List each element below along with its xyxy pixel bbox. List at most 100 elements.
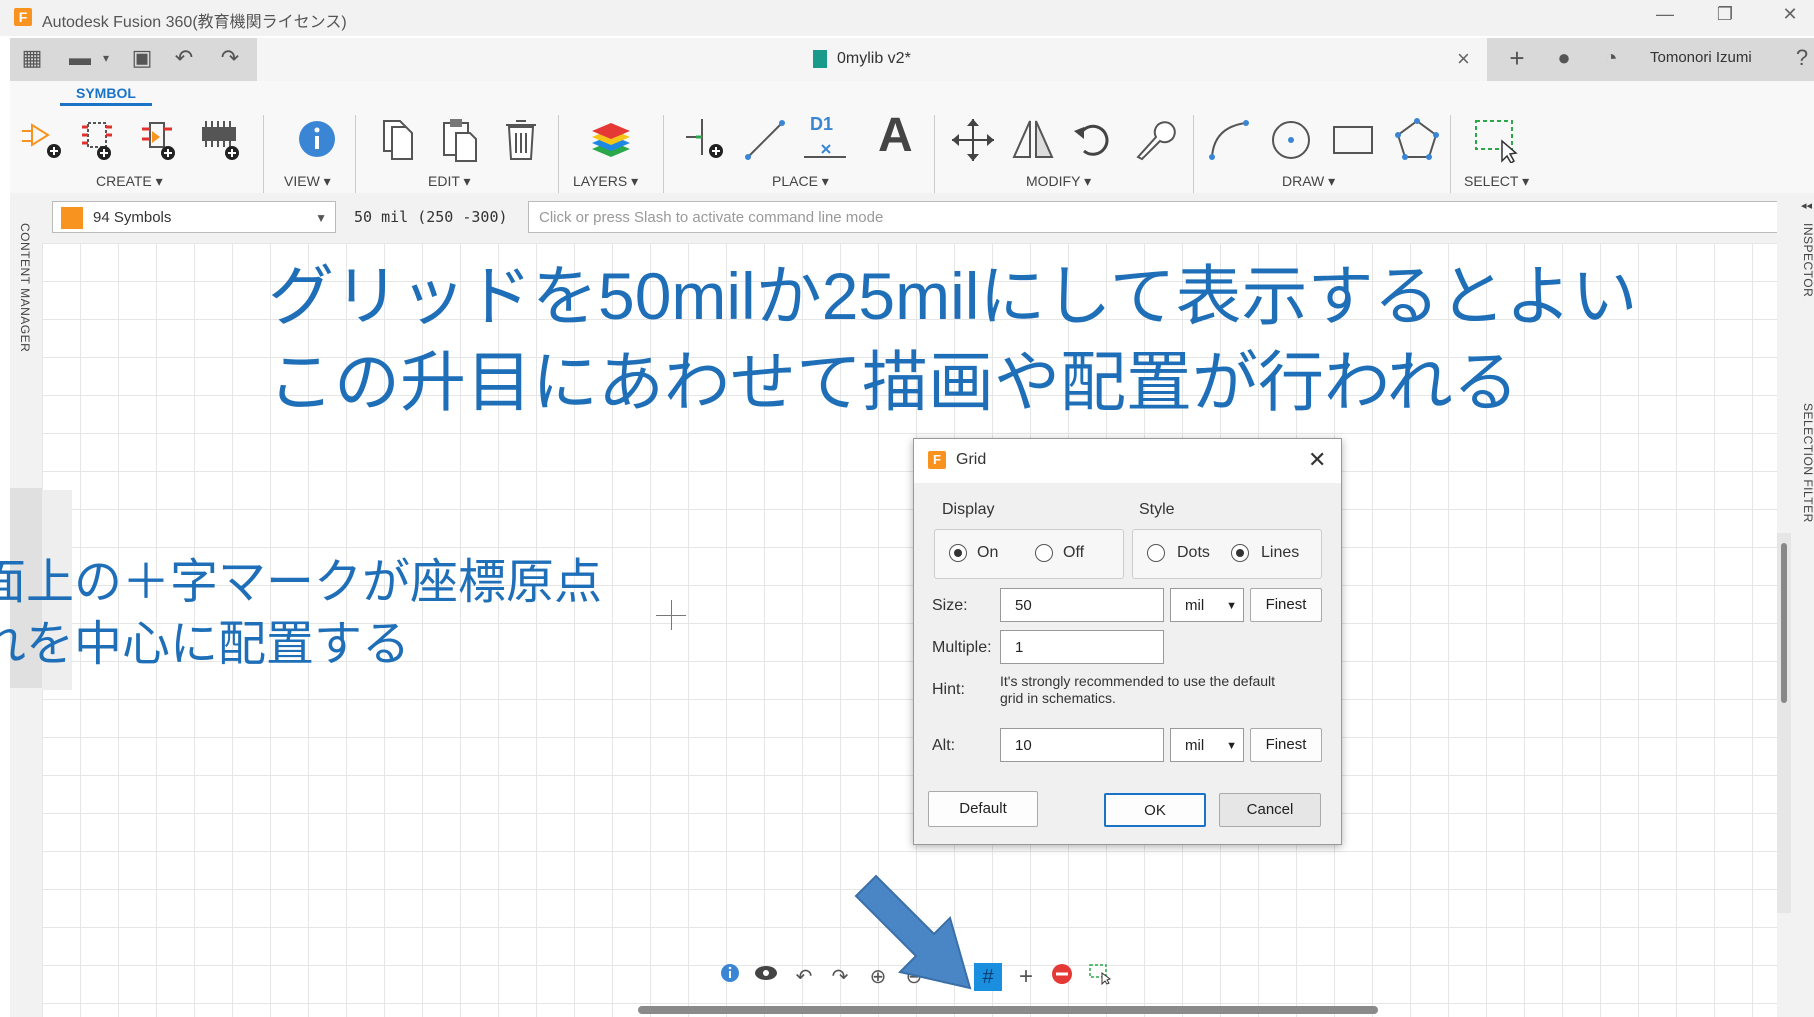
app-grid-icon[interactable]: ▦ [18,44,46,72]
chevron-down-icon: ▼ [315,211,327,225]
origin-cross-icon[interactable]: + [1012,963,1040,991]
selection-filter-label[interactable]: SELECTION FILTER [1801,403,1814,523]
add-gate-icon[interactable] [78,117,124,163]
size-finest-button[interactable]: Finest [1250,588,1322,622]
close-icon[interactable]: ✕ [1775,4,1805,25]
add-package-icon[interactable] [198,117,244,163]
alt-input[interactable]: 10 [1000,728,1164,762]
chevron-down-icon[interactable]: ▾ [92,44,120,72]
dialog-title: Grid [956,451,987,468]
alt-finest-button[interactable]: Finest [1250,728,1322,762]
name-label-icon[interactable]: D1 [810,114,833,135]
style-group-box: Dots Lines [1132,529,1322,579]
style-lines-label[interactable]: Lines [1261,544,1299,562]
place-menu[interactable]: PLACE ▾ [772,173,829,190]
layer-color-swatch [61,207,83,229]
ok-button[interactable]: OK [1104,793,1206,827]
new-tab-icon[interactable]: + [1503,44,1531,72]
minimize-icon[interactable]: — [1650,4,1680,25]
save-icon[interactable]: ▣ [128,44,156,72]
separator [1193,115,1194,193]
title-bar: F Autodesk Fusion 360(教育機関ライセンス) — ❐ ✕ [0,0,1814,36]
style-dots-radio[interactable] [1147,544,1165,562]
annotation-line-4: れを中心に配置する [0,618,411,671]
text-icon[interactable]: A [878,111,913,161]
display-on-label[interactable]: On [977,544,998,562]
size-label: Size: [932,597,968,614]
history-clock-icon[interactable]: ◔ [1597,44,1625,72]
edit-menu[interactable]: EDIT ▾ [428,173,471,190]
vertical-scrollbar-thumb[interactable] [1781,543,1787,703]
style-lines-radio[interactable] [1231,544,1249,562]
dialog-close-icon[interactable]: ✕ [1308,447,1326,473]
info-icon[interactable] [294,117,340,163]
alt-unit-select[interactable]: mil ▼ [1170,728,1244,762]
modify-menu[interactable]: MODIFY ▾ [1026,173,1091,190]
user-name[interactable]: Tomonori Izumi [1650,49,1752,66]
stop-icon[interactable] [1048,963,1076,991]
view-menu[interactable]: VIEW ▾ [284,173,331,190]
draw-menu[interactable]: DRAW ▾ [1282,173,1335,190]
separator [263,115,264,193]
default-button[interactable]: Default [928,791,1038,827]
document-tab[interactable]: 0mylib v2* × [257,38,1487,81]
multiple-input[interactable]: 1 [1000,630,1164,664]
library-book-icon [813,50,827,68]
expand-inspector-icon[interactable]: ◂◂ [1801,199,1812,212]
select-window-icon[interactable] [1086,963,1114,991]
style-dots-label[interactable]: Dots [1177,544,1210,562]
rotate-icon[interactable] [1070,117,1116,163]
origin-cross-v [671,600,672,630]
wrench-icon[interactable] [1130,117,1176,163]
cancel-button[interactable]: Cancel [1219,793,1321,827]
eye-icon[interactable] [752,963,780,991]
help-icon[interactable]: ? [1788,44,1814,72]
undo-icon[interactable]: ↶ [170,44,198,72]
file-icon[interactable]: ▬ [66,44,94,72]
size-unit-select[interactable]: mil ▼ [1170,588,1244,622]
info-icon[interactable] [716,963,744,991]
pin-icon[interactable] [682,117,728,163]
display-on-radio[interactable] [949,544,967,562]
size-input[interactable]: 50 [1000,588,1164,622]
wire-line-icon[interactable] [742,117,788,163]
content-manager-label: CONTENT MANAGER [18,223,32,353]
create-menu[interactable]: CREATE ▾ [96,173,163,190]
layer-select[interactable]: 94 Symbols ▼ [52,201,336,233]
add-pin-icon[interactable] [18,117,64,163]
move-icon[interactable] [950,117,996,163]
close-tab-icon[interactable]: × [1457,46,1470,72]
mirror-icon[interactable] [1010,117,1056,163]
tab-symbol[interactable]: SYMBOL [60,85,152,106]
command-bar: ▸▸ 94 Symbols ▼ 50 mil (250 -300) Click … [10,193,1814,243]
restore-icon[interactable]: ❐ [1710,4,1740,25]
arc-icon[interactable] [1206,117,1252,163]
size-unit-value: mil [1185,597,1205,614]
layers-menu[interactable]: LAYERS ▾ [573,173,638,190]
hint-label: Hint: [932,681,965,698]
circle-icon[interactable] [1268,117,1314,163]
horizontal-scrollbar-thumb[interactable] [638,1006,1378,1014]
layers-icon[interactable] [588,117,634,163]
command-line-input[interactable]: Click or press Slash to activate command… [528,201,1803,233]
undo-icon[interactable]: ↶ [790,963,818,991]
name-base-icon [804,144,846,158]
inspector-label[interactable]: INSPECTOR [1801,223,1814,297]
display-off-label[interactable]: Off [1063,544,1084,562]
rectangle-icon[interactable] [1330,117,1376,163]
add-device-icon[interactable] [138,117,184,163]
redo-icon[interactable]: ↷ [216,44,244,72]
coordinate-readout: 50 mil (250 -300) [354,208,508,226]
display-group-box: On Off [934,529,1124,579]
jobs-icon[interactable]: ● [1550,44,1578,72]
display-off-radio[interactable] [1035,544,1053,562]
copy-icon[interactable] [378,117,424,163]
paste-icon[interactable] [438,117,484,163]
chevron-down-icon: ▼ [1226,600,1237,612]
callout-arrow [854,874,972,990]
polygon-icon[interactable] [1394,117,1440,163]
select-window-icon[interactable] [1472,117,1518,163]
select-menu[interactable]: SELECT ▾ [1464,173,1529,190]
separator [1450,115,1451,193]
delete-trash-icon[interactable] [498,117,544,163]
